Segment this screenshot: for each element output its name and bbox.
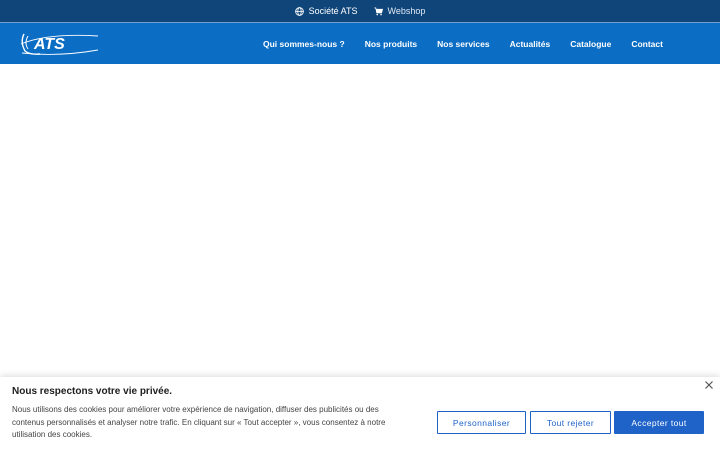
accept-all-button[interactable]: Accepter tout — [614, 411, 704, 434]
nav-item-catalogue[interactable]: Catalogue — [570, 39, 611, 49]
cookie-banner: Nous respectons votre vie privée. Nous u… — [0, 377, 720, 450]
globe-icon — [294, 6, 304, 16]
customize-button[interactable]: Personnaliser — [437, 411, 526, 434]
nav-item-contact[interactable]: Contact — [631, 39, 663, 49]
nav-item-nos-produits[interactable]: Nos produits — [365, 39, 417, 49]
nav-menu: Qui sommes-nous ? Nos produits Nos servi… — [263, 23, 663, 64]
nav-item-nos-services[interactable]: Nos services — [437, 39, 489, 49]
logo-text: ATS — [33, 36, 65, 53]
ats-logo[interactable]: ATS — [18, 30, 102, 57]
webshop-label: Webshop — [387, 6, 426, 16]
company-label: Société ATS — [308, 6, 358, 16]
cookie-text: Nous utilisons des cookies pour améliore… — [12, 405, 386, 439]
cookie-title: Nous respectons votre vie privée. — [12, 386, 173, 397]
cart-icon — [373, 7, 383, 15]
main-navigation: ATS Qui sommes-nous ? Nos produits Nos s… — [0, 23, 720, 64]
webshop-link[interactable]: Webshop — [373, 6, 426, 16]
company-link[interactable]: Société ATS — [294, 6, 358, 16]
nav-item-actualites[interactable]: Actualités — [510, 39, 551, 49]
reject-all-button[interactable]: Tout rejeter — [530, 411, 611, 434]
close-icon[interactable] — [703, 379, 715, 391]
top-bar: Société ATS Webshop — [0, 0, 720, 22]
nav-item-qui-sommes-nous[interactable]: Qui sommes-nous ? — [263, 39, 345, 49]
